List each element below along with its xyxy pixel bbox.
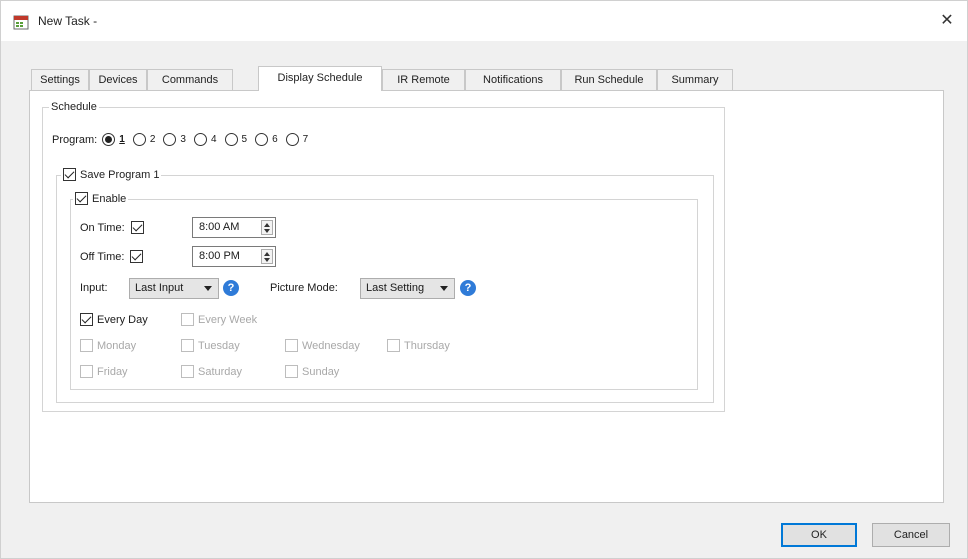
program-radio-6[interactable]: 6 [255,133,278,146]
cancel-button[interactable]: Cancel [872,523,950,547]
on-time-checkbox[interactable] [130,221,144,234]
program-radio-4[interactable]: 4 [193,133,217,146]
program-label: Program: [52,133,98,146]
on-time-row: On Time: [80,221,148,234]
day-option-thursday[interactable]: Thursday [387,339,450,352]
radio-button[interactable] [285,133,299,146]
off-time-checkbox[interactable] [130,250,144,263]
ok-button[interactable]: OK [781,523,857,547]
every-day-label: Every Day [97,313,148,326]
spin-arrows-icon[interactable] [261,220,273,235]
chevron-down-icon [440,286,448,291]
tab-notifications[interactable]: Notifications [465,69,561,90]
radio-button[interactable] [102,133,116,146]
enable-toggle[interactable]: Enable [73,192,129,205]
program-radio-7[interactable]: 7 [285,133,308,146]
tab-display-schedule[interactable]: Display Schedule [258,66,382,91]
enable-label: Enable [92,192,127,205]
program-radio-5[interactable]: 5 [224,133,247,146]
monday-label: Monday [97,339,137,352]
picture-mode-dropdown[interactable]: Last Setting [360,278,455,299]
tab-run-schedule[interactable]: Run Schedule [561,69,657,90]
tab-summary[interactable]: Summary [657,69,733,90]
tuesday-checkbox[interactable] [181,339,194,352]
monday-checkbox[interactable] [80,339,93,352]
program-radio-2[interactable]: 2 [132,133,155,146]
window-title: New Task - [38,14,98,28]
off-time-value: 8:00 PM [199,250,240,262]
program-radio-1[interactable]: 1 [102,133,125,146]
wednesday-checkbox[interactable] [285,339,298,352]
off-time-row: Off Time: [80,250,147,263]
every-week-checkbox[interactable] [181,313,194,326]
picture-mode-help-icon[interactable]: ? [460,280,476,296]
day-option-tuesday[interactable]: Tuesday [181,339,240,352]
day-option-friday[interactable]: Friday [80,365,128,378]
tab-commands[interactable]: Commands [147,69,233,90]
day-option-saturday[interactable]: Saturday [181,365,242,378]
tab-settings[interactable]: Settings [31,69,89,90]
schedule-group-label: Schedule [49,101,99,113]
sunday-label: Sunday [302,365,340,378]
radio-button[interactable] [224,133,238,146]
program-selector: Program: 1 2 3 4 5 6 7 [52,133,316,146]
on-time-value: 8:00 AM [199,221,240,233]
program-radio-3[interactable]: 3 [163,133,186,146]
input-value: Last Input [135,282,184,294]
tuesday-label: Tuesday [198,339,240,352]
tab-ir-remote[interactable]: IR Remote [382,69,465,90]
title-bar: New Task - ✕ [1,1,967,41]
sunday-checkbox[interactable] [285,365,298,378]
enable-checkbox[interactable] [75,192,88,205]
saturday-checkbox[interactable] [181,365,194,378]
on-time-spinner[interactable]: 8:00 AM [192,217,276,238]
on-time-label: On Time: [80,221,125,234]
save-program-checkbox[interactable] [63,168,76,181]
day-option-wednesday[interactable]: Wednesday [285,339,360,352]
save-program-toggle[interactable]: Save Program 1 [61,168,162,181]
new-task-window: New Task - ✕ Settings Devices Commands D… [0,0,968,559]
off-time-spinner[interactable]: 8:00 PM [192,246,276,267]
chevron-down-icon [204,286,212,291]
thursday-checkbox[interactable] [387,339,400,352]
wednesday-label: Wednesday [302,339,360,352]
picture-mode-value: Last Setting [366,282,425,294]
spin-arrows-icon[interactable] [261,249,273,264]
tab-devices[interactable]: Devices [89,69,147,90]
day-option-monday[interactable]: Monday [80,339,136,352]
friday-checkbox[interactable] [80,365,93,378]
input-help-icon[interactable]: ? [223,280,239,296]
thursday-label: Thursday [404,339,450,352]
every-week-option[interactable]: Every Week [181,313,257,326]
picture-mode-label: Picture Mode: [270,282,338,294]
day-option-sunday[interactable]: Sunday [285,365,339,378]
every-day-option[interactable]: Every Day [80,313,148,326]
close-icon[interactable]: ✕ [935,9,959,33]
calendar-task-icon [13,15,29,30]
every-day-checkbox[interactable] [80,313,93,326]
radio-button[interactable] [132,133,146,146]
save-program-label: Save Program 1 [80,168,160,181]
radio-button[interactable] [255,133,269,146]
friday-label: Friday [97,365,128,378]
display-schedule-panel: Schedule Program: 1 2 3 4 5 6 7 Save Pro… [29,90,944,503]
off-time-label: Off Time: [80,250,125,263]
input-dropdown[interactable]: Last Input [129,278,219,299]
radio-button[interactable] [193,133,207,146]
saturday-label: Saturday [198,365,243,378]
input-label: Input: [80,282,108,294]
every-week-label: Every Week [198,313,258,326]
radio-button[interactable] [163,133,177,146]
